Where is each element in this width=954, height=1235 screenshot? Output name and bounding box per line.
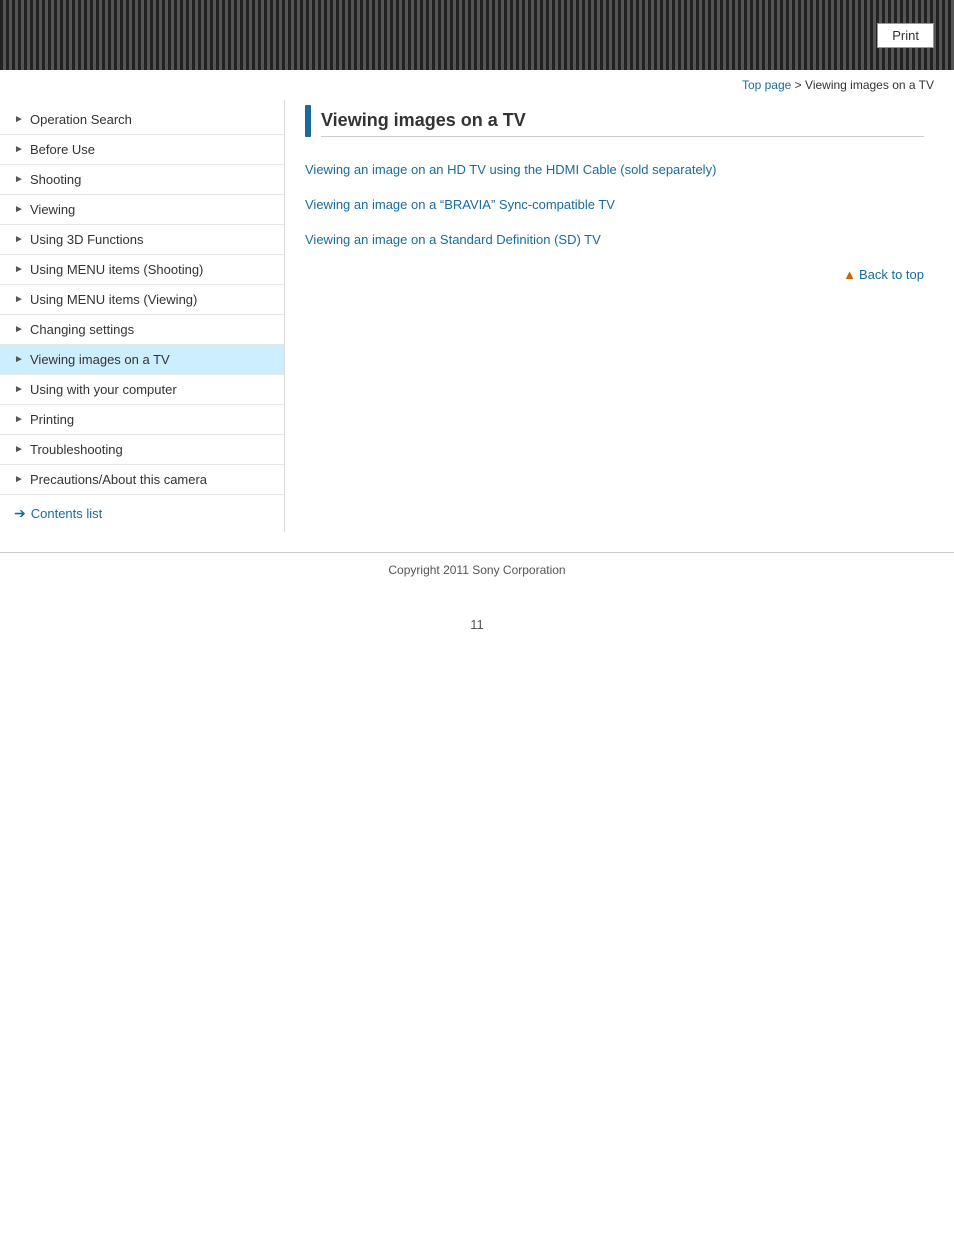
- arrow-icon: ►: [14, 264, 24, 275]
- breadcrumb-top-link[interactable]: Top page: [742, 78, 791, 92]
- print-button[interactable]: Print: [877, 23, 934, 48]
- arrow-icon: ►: [14, 174, 24, 185]
- content-link-sdtv[interactable]: Viewing an image on a Standard Definitio…: [305, 232, 924, 247]
- footer: Copyright 2011 Sony Corporation: [0, 552, 954, 587]
- arrow-right-icon: ➔: [14, 505, 26, 522]
- sidebar-item-using-computer[interactable]: ► Using with your computer: [0, 375, 284, 405]
- sidebar-item-label: Viewing images on a TV: [30, 352, 274, 367]
- back-to-top[interactable]: ▲Back to top: [305, 267, 924, 282]
- sidebar-item-precautions[interactable]: ► Precautions/About this camera: [0, 465, 284, 495]
- sidebar-item-label: Using MENU items (Shooting): [30, 262, 274, 277]
- arrow-icon: ►: [14, 114, 24, 125]
- sidebar-item-label: Shooting: [30, 172, 274, 187]
- sidebar-item-label: Precautions/About this camera: [30, 472, 274, 487]
- arrow-icon: ►: [14, 444, 24, 455]
- sidebar-item-label: Using with your computer: [30, 382, 274, 397]
- sidebar-item-label: Printing: [30, 412, 274, 427]
- arrow-icon: ►: [14, 324, 24, 335]
- back-to-top-label: Back to top: [859, 267, 924, 282]
- arrow-icon: ►: [14, 294, 24, 305]
- sidebar-item-troubleshooting[interactable]: ► Troubleshooting: [0, 435, 284, 465]
- breadcrumb-separator: >: [791, 78, 805, 92]
- content-link-bravia[interactable]: Viewing an image on a “BRAVIA” Sync-comp…: [305, 197, 924, 212]
- page-number: 11: [0, 617, 954, 642]
- header-bar: Print: [0, 0, 954, 70]
- breadcrumb: Top page > Viewing images on a TV: [0, 70, 954, 100]
- triangle-icon: ▲: [843, 267, 856, 282]
- sidebar-item-menu-shooting[interactable]: ► Using MENU items (Shooting): [0, 255, 284, 285]
- breadcrumb-current: Viewing images on a TV: [805, 78, 934, 92]
- sidebar-item-viewing[interactable]: ► Viewing: [0, 195, 284, 225]
- sidebar-item-changing-settings[interactable]: ► Changing settings: [0, 315, 284, 345]
- sidebar-item-printing[interactable]: ► Printing: [0, 405, 284, 435]
- sidebar-item-label: Operation Search: [30, 112, 274, 127]
- blue-accent-bar: [305, 105, 311, 137]
- arrow-icon: ►: [14, 354, 24, 365]
- contents-list-label: Contents list: [31, 506, 103, 521]
- content-area: Viewing images on a TV Viewing an image …: [285, 100, 954, 532]
- arrow-icon: ►: [14, 204, 24, 215]
- sidebar-item-label: Changing settings: [30, 322, 274, 337]
- copyright-text: Copyright 2011 Sony Corporation: [388, 563, 565, 577]
- arrow-icon: ►: [14, 144, 24, 155]
- arrow-icon: ►: [14, 384, 24, 395]
- main-layout: ► Operation Search ► Before Use ► Shooti…: [0, 100, 954, 532]
- sidebar-item-shooting[interactable]: ► Shooting: [0, 165, 284, 195]
- contents-list-link[interactable]: ➔ Contents list: [0, 495, 284, 532]
- sidebar-item-viewing-tv[interactable]: ► Viewing images on a TV: [0, 345, 284, 375]
- arrow-icon: ►: [14, 234, 24, 245]
- arrow-icon: ►: [14, 414, 24, 425]
- sidebar-item-operation-search[interactable]: ► Operation Search: [0, 105, 284, 135]
- sidebar-item-label: Using 3D Functions: [30, 232, 274, 247]
- sidebar-item-label: Before Use: [30, 142, 274, 157]
- page-title-section: Viewing images on a TV: [305, 105, 924, 137]
- sidebar-item-using-3d[interactable]: ► Using 3D Functions: [0, 225, 284, 255]
- content-link-hdtv[interactable]: Viewing an image on an HD TV using the H…: [305, 162, 924, 177]
- arrow-icon: ►: [14, 474, 24, 485]
- sidebar-item-menu-viewing[interactable]: ► Using MENU items (Viewing): [0, 285, 284, 315]
- sidebar-item-label: Viewing: [30, 202, 274, 217]
- sidebar-item-label: Troubleshooting: [30, 442, 274, 457]
- sidebar: ► Operation Search ► Before Use ► Shooti…: [0, 100, 285, 532]
- sidebar-item-label: Using MENU items (Viewing): [30, 292, 274, 307]
- page-title: Viewing images on a TV: [321, 105, 924, 137]
- sidebar-item-before-use[interactable]: ► Before Use: [0, 135, 284, 165]
